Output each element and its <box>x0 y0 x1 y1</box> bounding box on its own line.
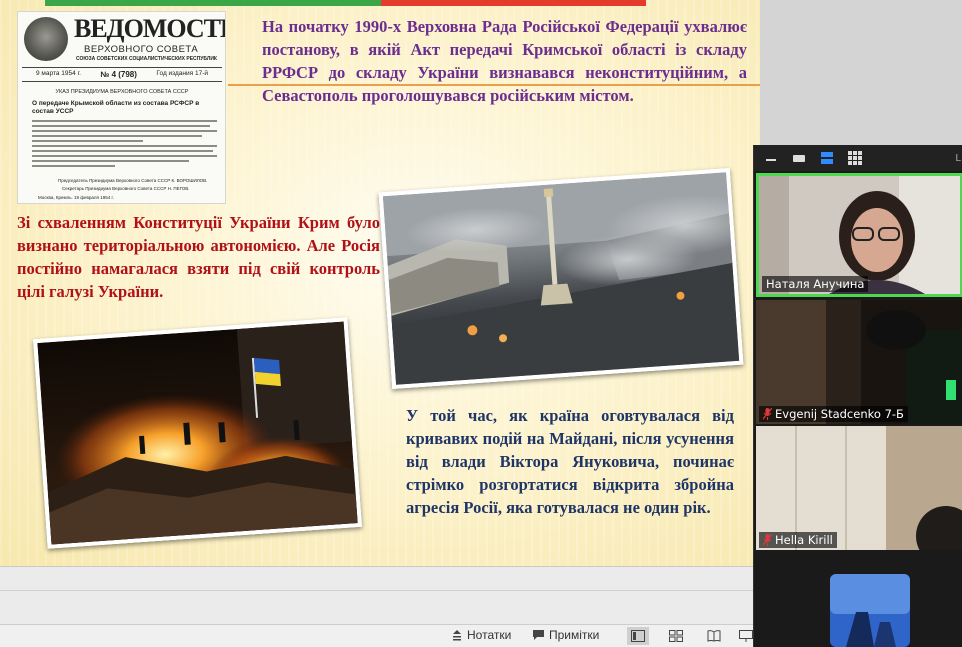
reading-view-button[interactable] <box>703 627 725 645</box>
participant-video-tile[interactable] <box>756 552 962 647</box>
book-icon <box>707 630 721 642</box>
notes-label: Нотатки <box>467 628 512 642</box>
participant-name-tag: Hella Kirill <box>759 532 837 548</box>
microphone-muted-icon <box>763 408 772 420</box>
comments-label: Примітки <box>549 628 600 642</box>
presentation-slide: ВЕДОМОСТИ ВЕРХОВНОГО СОВЕТА СОЮЗА СОВЕТС… <box>0 0 760 566</box>
gallery-view-icon[interactable] <box>846 150 864 166</box>
comment-icon <box>533 630 544 640</box>
notes-divider <box>0 590 753 591</box>
ussr-emblem-icon <box>24 17 68 61</box>
thumbnail-view-icon[interactable] <box>790 150 808 166</box>
newspaper-number: № 4 (798) <box>100 70 137 79</box>
notes-pane[interactable] <box>0 566 753 624</box>
participant-video-tile[interactable]: Hella Kirill <box>756 426 962 550</box>
participant-video-tile[interactable]: Evgenij Stadcenko 7-Б <box>756 300 962 424</box>
slide-top-color-strip <box>45 0 646 6</box>
zoom-view-toolbar: L <box>754 145 962 171</box>
participant-name: Hella Kirill <box>775 533 833 547</box>
newspaper-title: ВЕДОМОСТИ <box>74 14 226 43</box>
slide-text-top: На початку 1990-х Верховна Рада Російськ… <box>262 17 747 105</box>
microphone-muted-icon <box>763 534 772 546</box>
zoom-corner-text: L <box>955 153 961 164</box>
normal-view-button[interactable] <box>627 627 649 645</box>
notes-button[interactable]: Нотатки <box>451 628 511 642</box>
newspaper-decree-head: УКАЗ ПРЕЗИДИУМА ВЕРХОВНОГО СОВЕТА СССР <box>55 89 189 95</box>
video-conference-panel: L Наталя Анучина Evgenij Stadcenko 7-Б H… <box>753 145 962 647</box>
newspaper-dateline: 9 марта 1954 г. № 4 (798) Год издания 17… <box>22 67 222 82</box>
newspaper-date: 9 марта 1954 г. <box>36 70 81 77</box>
newspaper-image: ВЕДОМОСТИ ВЕРХОВНОГО СОВЕТА СОЮЗА СОВЕТС… <box>17 11 226 204</box>
newspaper-signature-1: Председатель Президиума Верховного Совет… <box>58 178 208 183</box>
slideshow-icon <box>738 630 753 642</box>
newspaper-lead: О передаче Крымской области из состава Р… <box>32 100 200 115</box>
minimize-icon[interactable] <box>762 150 780 166</box>
maidan-aerial-photo <box>378 167 744 390</box>
newspaper-signature-3: Москва, Кремль. 19 февраля 1954 г. <box>38 195 114 200</box>
slide-sorter-button[interactable] <box>665 627 687 645</box>
participant-name: Наталя Анучина <box>766 277 865 291</box>
participant-name: Evgenij Stadcenko 7-Б <box>775 407 904 421</box>
notes-icon <box>453 630 461 641</box>
newspaper-year: Год издания 17-й <box>156 70 208 77</box>
participant-video-tile[interactable]: Наталя Анучина <box>756 173 962 297</box>
speaker-view-icon[interactable] <box>818 150 836 166</box>
slide-text-right: У той час, як країна оговтувалася від кр… <box>406 406 734 517</box>
slideshow-button[interactable] <box>738 627 753 645</box>
screen: ВЕДОМОСТИ ВЕРХОВНОГО СОВЕТА СОЮЗА СОВЕТС… <box>0 0 962 647</box>
normal-view-icon <box>631 630 645 642</box>
status-bar: Нотатки Примітки <box>0 624 753 647</box>
comments-button[interactable]: Примітки <box>532 628 599 642</box>
newspaper-subtitle-2: СОЮЗА СОВЕТСКИХ СОЦИАЛИСТИЧЕСКИХ РЕСПУБЛ… <box>76 56 217 62</box>
participant-name-tag: Evgenij Stadcenko 7-Б <box>759 406 908 422</box>
slide-sorter-icon <box>669 630 683 642</box>
participant-name-tag: Наталя Анучина <box>762 276 869 292</box>
newspaper-body-text <box>32 120 217 170</box>
maidan-fire-photo <box>33 317 362 549</box>
newspaper-subtitle: ВЕРХОВНОГО СОВЕТА <box>84 44 199 55</box>
newspaper-signature-2: Секретарь Президиума Верховного Совета С… <box>62 186 190 191</box>
slide-text-left: Зі схваленням Конституції України Крим б… <box>17 213 380 301</box>
